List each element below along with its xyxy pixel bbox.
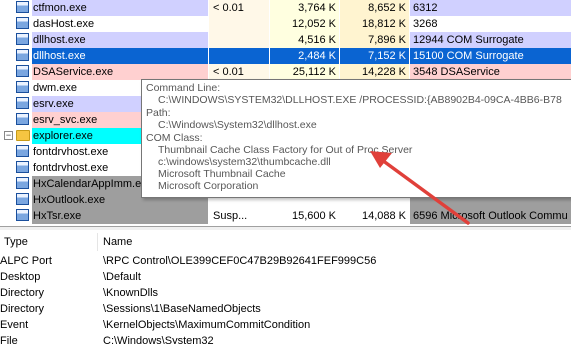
process-pid: 3548 DSAService	[410, 64, 571, 80]
private-bytes: 12,052 K	[270, 16, 339, 32]
pid-value: 12944	[413, 34, 444, 46]
process-name: ctfmon.exe	[32, 0, 208, 16]
private-bytes: 3,764 K	[270, 0, 339, 16]
process-pid: 15100 COM Surrogate	[410, 48, 571, 64]
process-pid: 12944 COM Surrogate	[410, 32, 571, 48]
service-window-icon	[16, 209, 30, 222]
process-name: dllhost.exe	[32, 32, 208, 48]
process-description: Microsoft Outlook Commu	[440, 210, 568, 222]
handle-type: File	[0, 335, 18, 344]
handle-type: Directory	[0, 287, 45, 299]
handle-row[interactable]: ALPC Port \RPC Control\OLE399CEF0C47B29B9…	[0, 253, 571, 269]
tooltip-command-line: C:\WINDOWS\SYSTEM32\DLLHOST.EXE /PROCESS…	[158, 94, 562, 106]
process-row[interactable]: dllhost.exe 2,484 K 7,152 K 15100 COM Surro…	[0, 48, 571, 64]
handle-type: Directory	[0, 303, 45, 315]
service-window-icon	[16, 33, 30, 46]
service-window-icon	[16, 81, 30, 94]
process-row[interactable]: dllhost.exe 4,516 K 7,896 K 12944 COM Surro…	[0, 32, 571, 48]
tooltip-path: C:\Windows\System32\dllhost.exe	[158, 119, 317, 131]
cpu-usage	[209, 32, 269, 48]
pid-value: 6312	[413, 2, 438, 14]
handle-row[interactable]: Directory \KnownDlls	[0, 285, 571, 301]
private-bytes: 4,516 K	[270, 32, 339, 48]
process-description: COM Surrogate	[446, 34, 524, 46]
handle-row[interactable]: Directory \Sessions\1\BaseNamedObjects	[0, 301, 571, 317]
process-name: HxTsr.exe	[32, 208, 208, 224]
handle-type: ALPC Port	[0, 255, 52, 267]
cpu-usage: Susp...	[209, 208, 269, 224]
service-window-icon	[16, 145, 30, 158]
process-tooltip: Command Line: C:\WINDOWS\SYSTEM32\DLLHOS…	[141, 79, 571, 198]
handle-name: \Default	[103, 271, 141, 283]
working-set: 14,088 K	[340, 208, 409, 224]
process-pid: 6596 Microsoft Outlook Commu	[410, 208, 571, 224]
tooltip-com-class-name: Thumbnail Cache Class Factory for Out of…	[158, 144, 413, 156]
handle-row[interactable]: Desktop \Default	[0, 269, 571, 285]
tooltip-com-class-company: Microsoft Corporation	[158, 180, 259, 192]
handle-type: Event	[0, 319, 29, 331]
process-row[interactable]: DSAService.exe < 0.01 25,112 K 14,228 K 3548…	[0, 64, 571, 80]
process-name: DSAService.exe	[32, 64, 208, 80]
handle-name: \KnownDlls	[103, 287, 159, 299]
handle-name: \RPC Control\OLE399CEF0C47B29B92641FEF99…	[103, 255, 377, 267]
process-row[interactable]: dasHost.exe 12,052 K 18,812 K 3268	[0, 16, 571, 32]
process-pid: 3268	[410, 16, 571, 32]
tooltip-com-class-description: Microsoft Thumbnail Cache	[158, 168, 286, 180]
service-window-icon	[16, 97, 30, 110]
pid-value: 15100	[413, 50, 444, 62]
private-bytes: 2,484 K	[270, 48, 339, 64]
service-window-icon	[16, 1, 30, 14]
column-header-name[interactable]: Name	[103, 234, 132, 250]
cpu-usage	[209, 48, 269, 64]
tooltip-com-class-label: COM Class:	[146, 132, 203, 144]
working-set: 8,652 K	[340, 0, 409, 16]
tooltip-path-label: Path:	[146, 107, 171, 119]
working-set: 14,228 K	[340, 64, 409, 80]
process-row[interactable]: ctfmon.exe < 0.01 3,764 K 8,652 K 6312	[0, 0, 571, 16]
service-window-icon	[16, 65, 30, 78]
handle-name: \KernelObjects\MaximumCommitCondition	[103, 319, 311, 331]
private-bytes: 25,112 K	[270, 64, 339, 80]
tooltip-com-class-dll: c:\windows\system32\thumbcache.dll	[158, 156, 331, 168]
process-row[interactable]: HxTsr.exe Susp... 15,600 K 14,088 K 6596 Mic…	[0, 208, 571, 224]
process-name: dllhost.exe	[32, 48, 208, 64]
pid-value: 3548	[413, 66, 438, 78]
handle-row[interactable]: File C:\Windows\System32	[0, 333, 571, 344]
pid-value: 6596	[413, 210, 438, 222]
process-description: COM Surrogate	[446, 50, 524, 62]
service-window-icon	[16, 177, 30, 190]
tree-collapse-icon[interactable]: −	[4, 131, 13, 140]
handles-pane: Type Name ALPC Port \RPC Control\OLE399CE…	[0, 230, 571, 344]
service-window-icon	[16, 113, 30, 126]
process-name: dasHost.exe	[32, 16, 208, 32]
process-pid: 6312	[410, 0, 571, 16]
service-window-icon	[16, 193, 30, 206]
private-bytes: 15,600 K	[270, 208, 339, 224]
cpu-usage	[209, 16, 269, 32]
handle-name: \Sessions\1\BaseNamedObjects	[103, 303, 261, 315]
folder-icon	[16, 129, 30, 142]
working-set: 18,812 K	[340, 16, 409, 32]
service-window-icon	[16, 161, 30, 174]
cpu-usage: < 0.01	[209, 64, 269, 80]
process-description: DSAService	[440, 66, 500, 78]
working-set: 7,896 K	[340, 32, 409, 48]
column-divider[interactable]	[97, 233, 98, 251]
handle-name: C:\Windows\System32	[103, 335, 214, 344]
pid-value: 3268	[413, 18, 438, 30]
working-set: 7,152 K	[340, 48, 409, 64]
service-window-icon	[16, 49, 30, 62]
cpu-usage: < 0.01	[209, 0, 269, 16]
handle-type: Desktop	[0, 271, 41, 283]
service-window-icon	[16, 17, 30, 30]
column-header-type[interactable]: Type	[4, 234, 28, 250]
handle-row[interactable]: Event \KernelObjects\MaximumCommitConditi…	[0, 317, 571, 333]
tooltip-command-line-label: Command Line:	[146, 82, 221, 94]
